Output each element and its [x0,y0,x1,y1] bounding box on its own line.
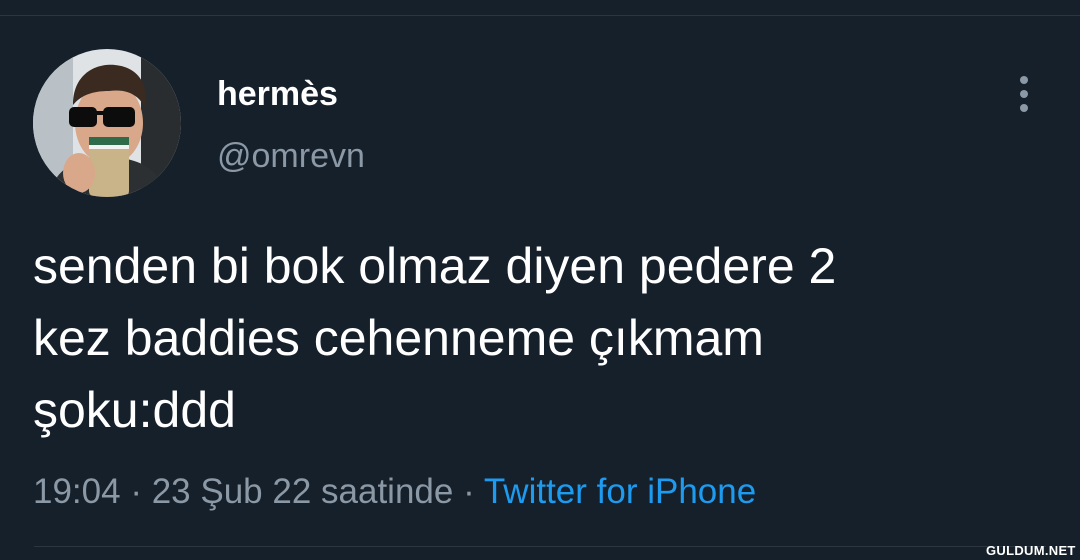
tweet-date[interactable]: 23 Şub 22 saatinde [152,472,454,511]
watermark: GULDUM.NET [986,543,1076,558]
meta-separator: · [463,472,475,511]
more-vertical-icon [1020,76,1028,112]
tweet-text: senden bi bok olmaz diyen pedere 2 kez b… [33,238,837,438]
bottom-divider [34,546,1046,547]
top-divider [0,15,1080,16]
author-handle[interactable]: @omrevn [217,136,365,176]
author-display-name[interactable]: hermès [217,74,338,114]
tweet-time[interactable]: 19:04 [33,472,121,511]
avatar[interactable] [33,49,181,197]
tweet-source-link[interactable]: Twitter for iPhone [484,472,756,511]
meta-separator: · [130,472,142,511]
more-options-button[interactable] [1010,72,1038,116]
avatar-photo [33,49,181,197]
tweet-meta: 19:04 · 23 Şub 22 saatinde · Twitter for… [33,470,756,514]
